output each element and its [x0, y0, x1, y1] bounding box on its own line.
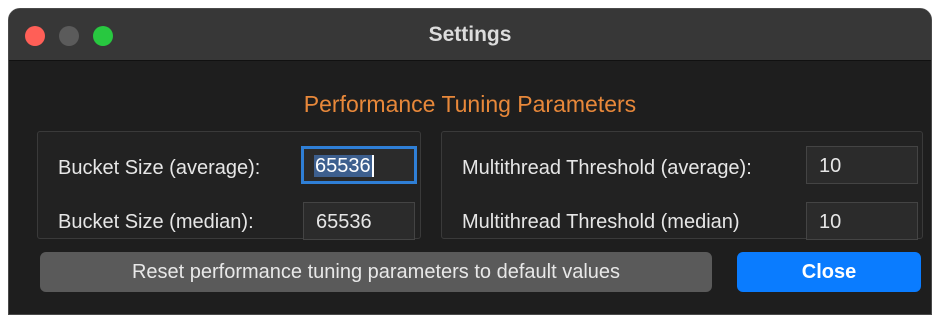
- title-bar[interactable]: Settings: [9, 9, 931, 61]
- multithread-threshold-median-label: Multithread Threshold (median): [462, 211, 740, 233]
- window-title: Settings: [428, 23, 512, 46]
- section-heading: Performance Tuning Parameters: [303, 91, 637, 117]
- bucket-size-average-label: Bucket Size (average):: [58, 157, 261, 179]
- multithread-threshold-group: Multithread Threshold (average): 10 Mult…: [441, 131, 923, 240]
- bucket-size-average-input[interactable]: 65536: [301, 146, 417, 184]
- close-button[interactable]: Close: [737, 252, 921, 292]
- reset-defaults-button[interactable]: Reset performance tuning parameters to d…: [40, 252, 712, 292]
- selected-text: 65536: [314, 155, 374, 177]
- bucket-size-median-input[interactable]: 65536: [303, 202, 415, 240]
- multithread-threshold-average-input[interactable]: 10: [806, 146, 918, 184]
- multithread-threshold-average-label: Multithread Threshold (average):: [462, 157, 752, 179]
- multithread-threshold-median-input[interactable]: 10: [806, 202, 918, 240]
- settings-window: Settings Performance Tuning Parameters B…: [8, 8, 932, 315]
- bucket-size-group: Bucket Size (average): 65536 Bucket Size…: [37, 131, 421, 240]
- bucket-size-median-label: Bucket Size (median):: [58, 211, 254, 233]
